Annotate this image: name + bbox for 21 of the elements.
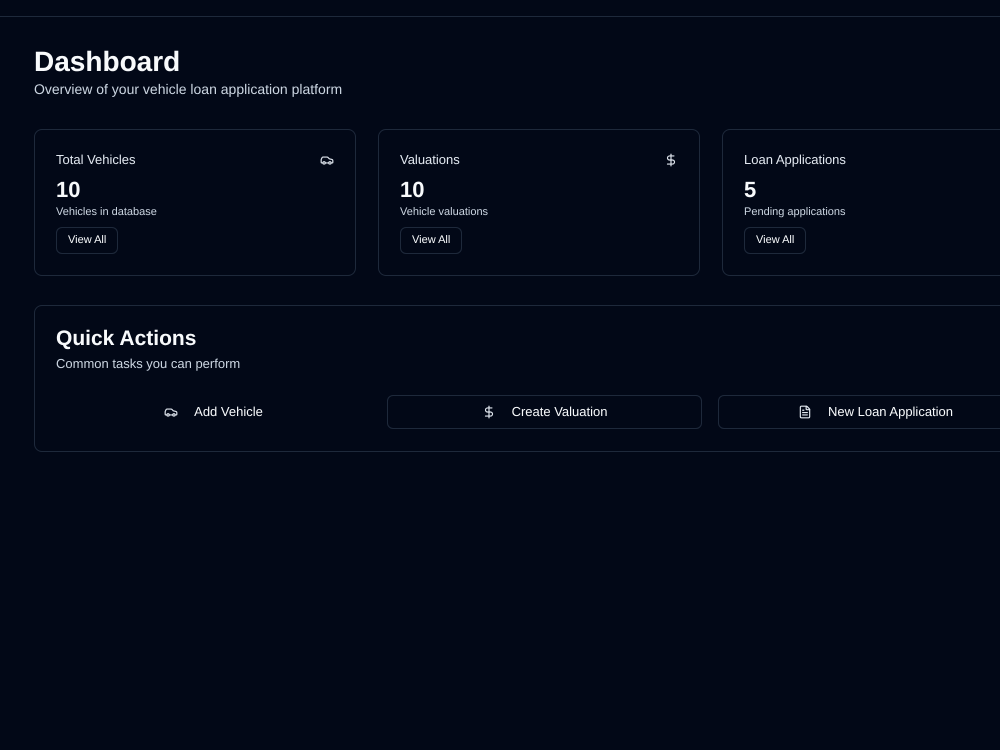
stat-title: Valuations <box>400 151 460 169</box>
page-subtitle: Overview of your vehicle loan application platform <box>34 80 342 99</box>
stat-title: Total Vehicles <box>56 151 136 169</box>
stat-value: 10 <box>56 176 80 204</box>
stat-value: 5 <box>744 176 756 204</box>
quick-action-button[interactable]: New Loan Application <box>718 395 1000 429</box>
stat-caption: Pending applications <box>744 205 846 220</box>
stat-caption: Vehicle valuations <box>400 205 488 220</box>
section-title: Quick Actions <box>56 326 196 352</box>
page-title: Dashboard <box>34 45 180 79</box>
stat-caption: Vehicles in database <box>56 205 157 220</box>
dollar-icon <box>664 153 678 167</box>
quick-action-button[interactable]: Create Valuation <box>387 395 702 429</box>
view-all-button[interactable]: View All <box>744 227 806 254</box>
view-all-button[interactable]: View All <box>400 227 462 254</box>
view-all-button[interactable]: View All <box>56 227 118 254</box>
stat-title: Loan Applications <box>744 151 846 169</box>
quick-action-button[interactable]: Add Vehicle <box>56 395 371 429</box>
document-icon <box>798 405 812 419</box>
section-subtitle: Common tasks you can perform <box>56 355 240 373</box>
stat-value: 10 <box>400 176 424 204</box>
